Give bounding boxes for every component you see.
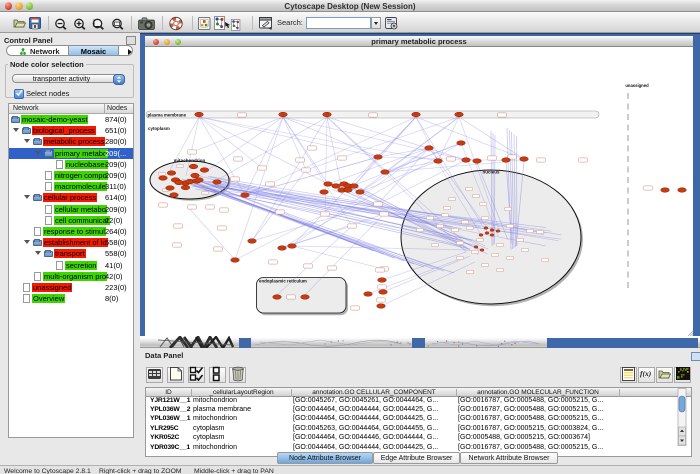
svg-text:cytoplasm: cytoplasm: [148, 126, 170, 131]
svg-text:nucleus: nucleus: [482, 170, 500, 175]
svg-text:plasma membrane: plasma membrane: [148, 112, 187, 117]
svg-text:unassigned: unassigned: [625, 83, 649, 88]
svg-text:endoplasmic reticulum: endoplasmic reticulum: [259, 279, 307, 284]
svg-text:f(x): f(x): [640, 369, 652, 378]
svg-text:mitochondrion: mitochondrion: [174, 158, 206, 163]
